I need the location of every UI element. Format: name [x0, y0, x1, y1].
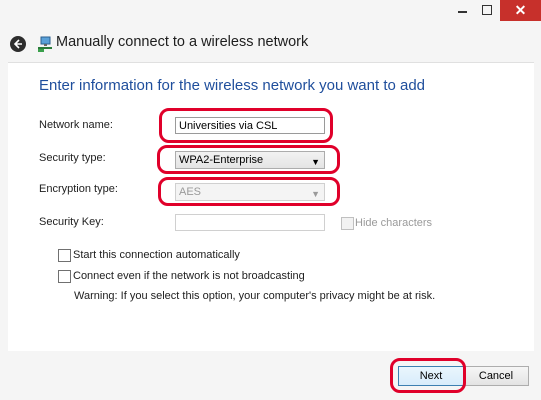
privacy-warning: Warning: If you select this option, your… — [74, 290, 436, 302]
start-auto-checkbox[interactable] — [58, 249, 71, 262]
security-key-label: Security Key: — [39, 216, 104, 228]
back-arrow-icon[interactable] — [10, 36, 26, 52]
security-type-label: Security type: — [39, 152, 106, 164]
form-heading: Enter information for the wireless netwo… — [39, 77, 426, 94]
maximize-icon[interactable] — [474, 0, 500, 21]
hide-characters-label: Hide characters — [355, 217, 433, 229]
network-name-label: Network name: — [39, 119, 113, 131]
encryption-type-select[interactable]: AES ▼ — [175, 183, 325, 201]
security-type-value: WPA2-Enterprise — [179, 154, 264, 166]
hide-characters-checkbox[interactable] — [341, 217, 354, 230]
start-auto-label: Start this connection automatically — [73, 249, 240, 261]
close-button[interactable]: ✕ — [500, 0, 541, 21]
security-key-field[interactable] — [175, 214, 325, 231]
chevron-down-icon: ▼ — [311, 189, 320, 199]
close-icon: ✕ — [514, 2, 527, 18]
minimize-icon[interactable] — [452, 0, 474, 21]
content-panel — [8, 62, 534, 351]
security-type-select[interactable]: WPA2-Enterprise ▼ — [175, 151, 325, 169]
encryption-type-label: Encryption type: — [39, 183, 118, 195]
title-bar: ✕ Manually connect to a wireless network — [0, 0, 541, 62]
chevron-down-icon: ▼ — [311, 157, 320, 167]
window-title: Manually connect to a wireless network — [56, 34, 309, 50]
cancel-button[interactable]: Cancel — [463, 366, 529, 386]
encryption-type-value: AES — [179, 186, 202, 198]
connect-hidden-checkbox[interactable] — [58, 270, 71, 283]
next-button[interactable]: Next — [398, 366, 464, 386]
network-name-field[interactable]: Universities via CSL — [175, 117, 325, 134]
network-icon — [36, 35, 54, 53]
dialog-window: ✕ Manually connect to a wireless network… — [0, 0, 541, 400]
connect-hidden-label: Connect even if the network is not broad… — [73, 270, 305, 282]
